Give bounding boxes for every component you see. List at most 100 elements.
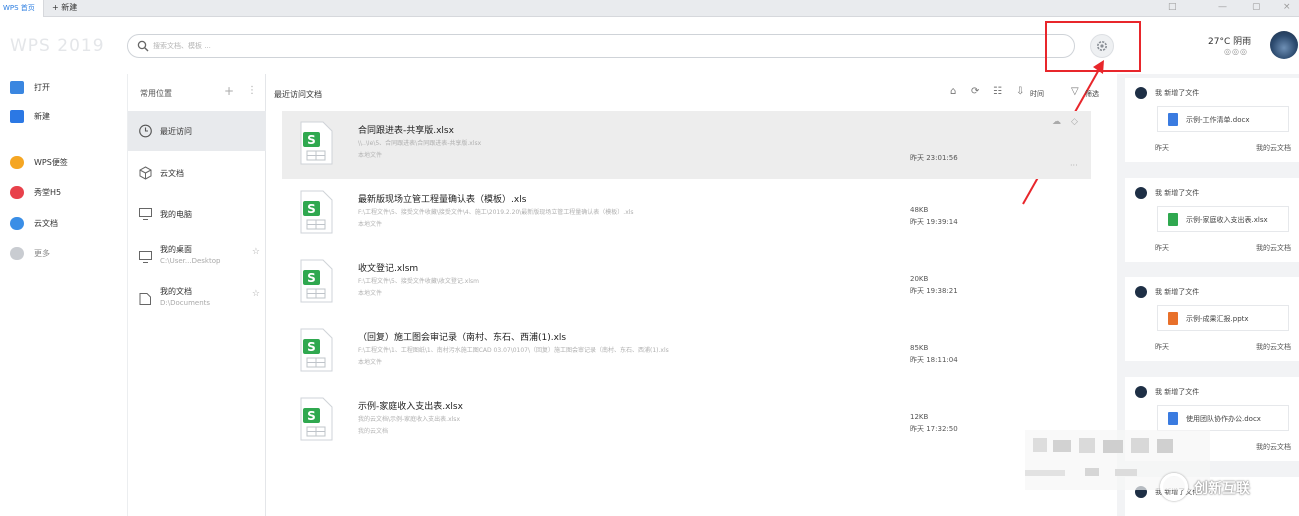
activity-date: 昨天 <box>1155 244 1169 252</box>
more-icon <box>10 246 24 260</box>
file-path: F:\工程文件\1、工程图纸\1、南村污水施工图CAD 03.07\0107\（… <box>358 347 669 354</box>
activity-file[interactable]: 使用团队协作办公.docx <box>1157 405 1289 431</box>
nav-notes-label: WPS便签 <box>34 157 68 167</box>
h5-icon <box>10 185 24 199</box>
close-button[interactable]: × <box>1283 2 1291 12</box>
location-documents[interactable]: 我的文档 D:\Documents ☆ <box>128 279 266 319</box>
file-name[interactable]: 示例-家庭收入支出表.xlsx <box>358 399 463 412</box>
sort-time-button[interactable]: 时间 <box>1030 89 1044 99</box>
file-time: 昨天 19:39:14 <box>910 218 958 226</box>
maximize-button[interactable]: ▢ <box>1252 2 1261 12</box>
spreadsheet-file-icon: S <box>300 259 333 303</box>
spreadsheet-file-icon <box>1168 213 1178 226</box>
svg-text:S: S <box>307 409 316 423</box>
new-tab-button[interactable]: + 新建 <box>52 2 77 13</box>
new-file-icon <box>10 109 24 123</box>
activity-head: 我 新增了文件 <box>1155 388 1200 396</box>
activity-card[interactable]: 我 新增了文件 示例-家庭收入支出表.xlsx 昨天 我的云文档 <box>1125 178 1299 262</box>
location-documents-path: D:\Documents <box>160 299 211 307</box>
watermark-text: 创新互联 <box>1194 481 1250 497</box>
home-icon[interactable]: ⌂ <box>950 86 956 97</box>
watermark-logo-icon <box>1160 473 1188 501</box>
nav-cloud-doc[interactable]: 云文档 <box>10 215 58 231</box>
status-icons[interactable]: ◎◎◎ <box>1224 47 1248 56</box>
file-row[interactable]: S 收文登记.xlsm F:\工程文件\5、接受文件收藏\收文登记.xlsm 本… <box>282 249 1091 317</box>
activity-file-name: 示例-成果汇报.pptx <box>1186 315 1249 323</box>
filter-icon[interactable]: ▽ <box>1071 86 1079 97</box>
list-view-icon[interactable]: ☷ <box>993 86 1002 97</box>
activity-file[interactable]: 示例-工作清单.docx <box>1157 106 1289 132</box>
file-row[interactable]: S 最新版现场立管工程量确认表（模板）.xls F:\工程文件\5、接受文件收藏… <box>282 180 1091 248</box>
nav-open-label: 打开 <box>34 82 50 92</box>
nav-new[interactable]: 新建 <box>10 108 50 124</box>
location-desktop-label: 我的桌面 <box>160 245 192 254</box>
location-cloud[interactable]: 云文档 <box>128 153 266 193</box>
spreadsheet-file-icon: S <box>300 121 333 165</box>
refresh-icon[interactable]: ⟳ <box>971 86 979 97</box>
nav-h5[interactable]: 秀堂H5 <box>10 184 61 200</box>
search-box[interactable] <box>127 34 1075 58</box>
location-recent[interactable]: 最近访问 <box>128 111 266 151</box>
file-name[interactable]: （回复）施工图会审记录（南村、东石、西浦(1).xls <box>358 330 566 343</box>
spreadsheet-file-icon: S <box>300 190 333 234</box>
nav-open[interactable]: 打开 <box>10 79 50 95</box>
tab-strip: WPS 首页 + 新建 □ — ▢ × <box>0 0 1299 17</box>
activity-file-name: 示例-工作清单.docx <box>1186 116 1250 124</box>
svg-text:S: S <box>307 271 316 285</box>
pin-icon[interactable]: ☆ <box>252 289 260 299</box>
location-my-computer[interactable]: 我的电脑 <box>128 194 266 234</box>
activity-head: 我 新增了文件 <box>1155 89 1200 97</box>
search-input[interactable] <box>153 39 553 53</box>
activity-file[interactable]: 示例-家庭收入支出表.xlsx <box>1157 206 1289 232</box>
pin-icon[interactable]: ☆ <box>252 247 260 257</box>
user-icon <box>1135 87 1147 99</box>
activity-source: 我的云文档 <box>1256 144 1291 152</box>
activity-date: 昨天 <box>1155 343 1169 351</box>
file-location: 本地文件 <box>358 290 383 297</box>
avatar[interactable] <box>1270 31 1298 59</box>
row-more-icon[interactable]: ··· <box>1070 161 1078 170</box>
location-desktop[interactable]: 我的桌面 C:\User...Desktop ☆ <box>128 237 266 277</box>
file-name[interactable]: 最新版现场立管工程量确认表（模板）.xls <box>358 192 526 205</box>
activity-card[interactable]: 我 新增了文件 示例-成果汇报.pptx 昨天 我的云文档 <box>1125 277 1299 361</box>
sort-icon[interactable]: ⇩ <box>1016 86 1024 97</box>
location-recent-label: 最近访问 <box>160 127 192 136</box>
minimize-button[interactable]: — <box>1218 2 1227 12</box>
filter-button[interactable]: 筛选 <box>1085 89 1099 99</box>
file-name[interactable]: 收文登记.xlsm <box>358 261 418 274</box>
nav-new-label: 新建 <box>34 111 50 121</box>
file-path: \\..\Ie\5、合同跟进表\合同跟进表-共享版.xlsx <box>358 140 482 147</box>
location-cloud-label: 云文档 <box>160 169 184 178</box>
nav-more[interactable]: 更多 <box>10 245 50 261</box>
activity-date: 昨天 <box>1155 144 1169 152</box>
pin-icon[interactable]: ◇ <box>1071 117 1078 127</box>
activity-file-name: 示例-家庭收入支出表.xlsx <box>1186 216 1268 224</box>
location-desktop-path: C:\User...Desktop <box>160 257 221 265</box>
file-time: 昨天 19:38:21 <box>910 287 958 295</box>
file-size: 48KB <box>910 206 929 214</box>
document-folder-icon <box>139 293 151 305</box>
file-row[interactable]: S （回复）施工图会审记录（南村、东石、西浦(1).xls F:\工程文件\1、… <box>282 318 1091 386</box>
search-icon <box>137 40 149 52</box>
note-icon <box>10 155 24 169</box>
activity-file-name: 使用团队协作办公.docx <box>1186 415 1261 423</box>
activity-file[interactable]: 示例-成果汇报.pptx <box>1157 305 1289 331</box>
activity-card[interactable]: 我 新增了文件 示例-工作清单.docx 昨天 我的云文档 <box>1125 78 1299 162</box>
file-location: 我的云文档 <box>358 428 389 435</box>
file-time: 昨天 18:11:04 <box>910 356 958 364</box>
nav-more-label: 更多 <box>34 248 50 258</box>
file-row[interactable]: S 示例-家庭收入支出表.xlsx 我的云文档\示例-家庭收入支出表.xlsx … <box>282 387 1091 455</box>
file-name[interactable]: 合同跟进表-共享版.xlsx <box>358 123 454 136</box>
tab-wps-home[interactable]: WPS 首页 <box>0 0 44 17</box>
file-row[interactable]: S 合同跟进表-共享版.xlsx \\..\Ie\5、合同跟进表\合同跟进表-共… <box>282 111 1091 179</box>
user-icon <box>1135 386 1147 398</box>
cloud-upload-icon[interactable]: ☁ <box>1052 117 1061 127</box>
activity-head: 我 新增了文件 <box>1155 288 1200 296</box>
document-file-icon <box>1168 412 1178 425</box>
monitor-icon <box>139 208 152 220</box>
file-time: 昨天 17:32:50 <box>910 425 958 433</box>
skin-icon[interactable]: □ <box>1168 2 1177 12</box>
add-location-button[interactable]: + <box>224 84 234 98</box>
locations-more-button[interactable]: ⋮ <box>247 85 257 96</box>
nav-wps-notes[interactable]: WPS便签 <box>10 154 68 170</box>
